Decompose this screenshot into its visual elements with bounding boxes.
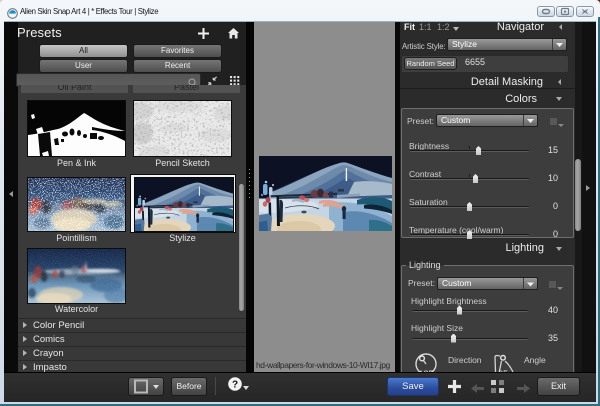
svg-text:?: ? [232,380,238,391]
